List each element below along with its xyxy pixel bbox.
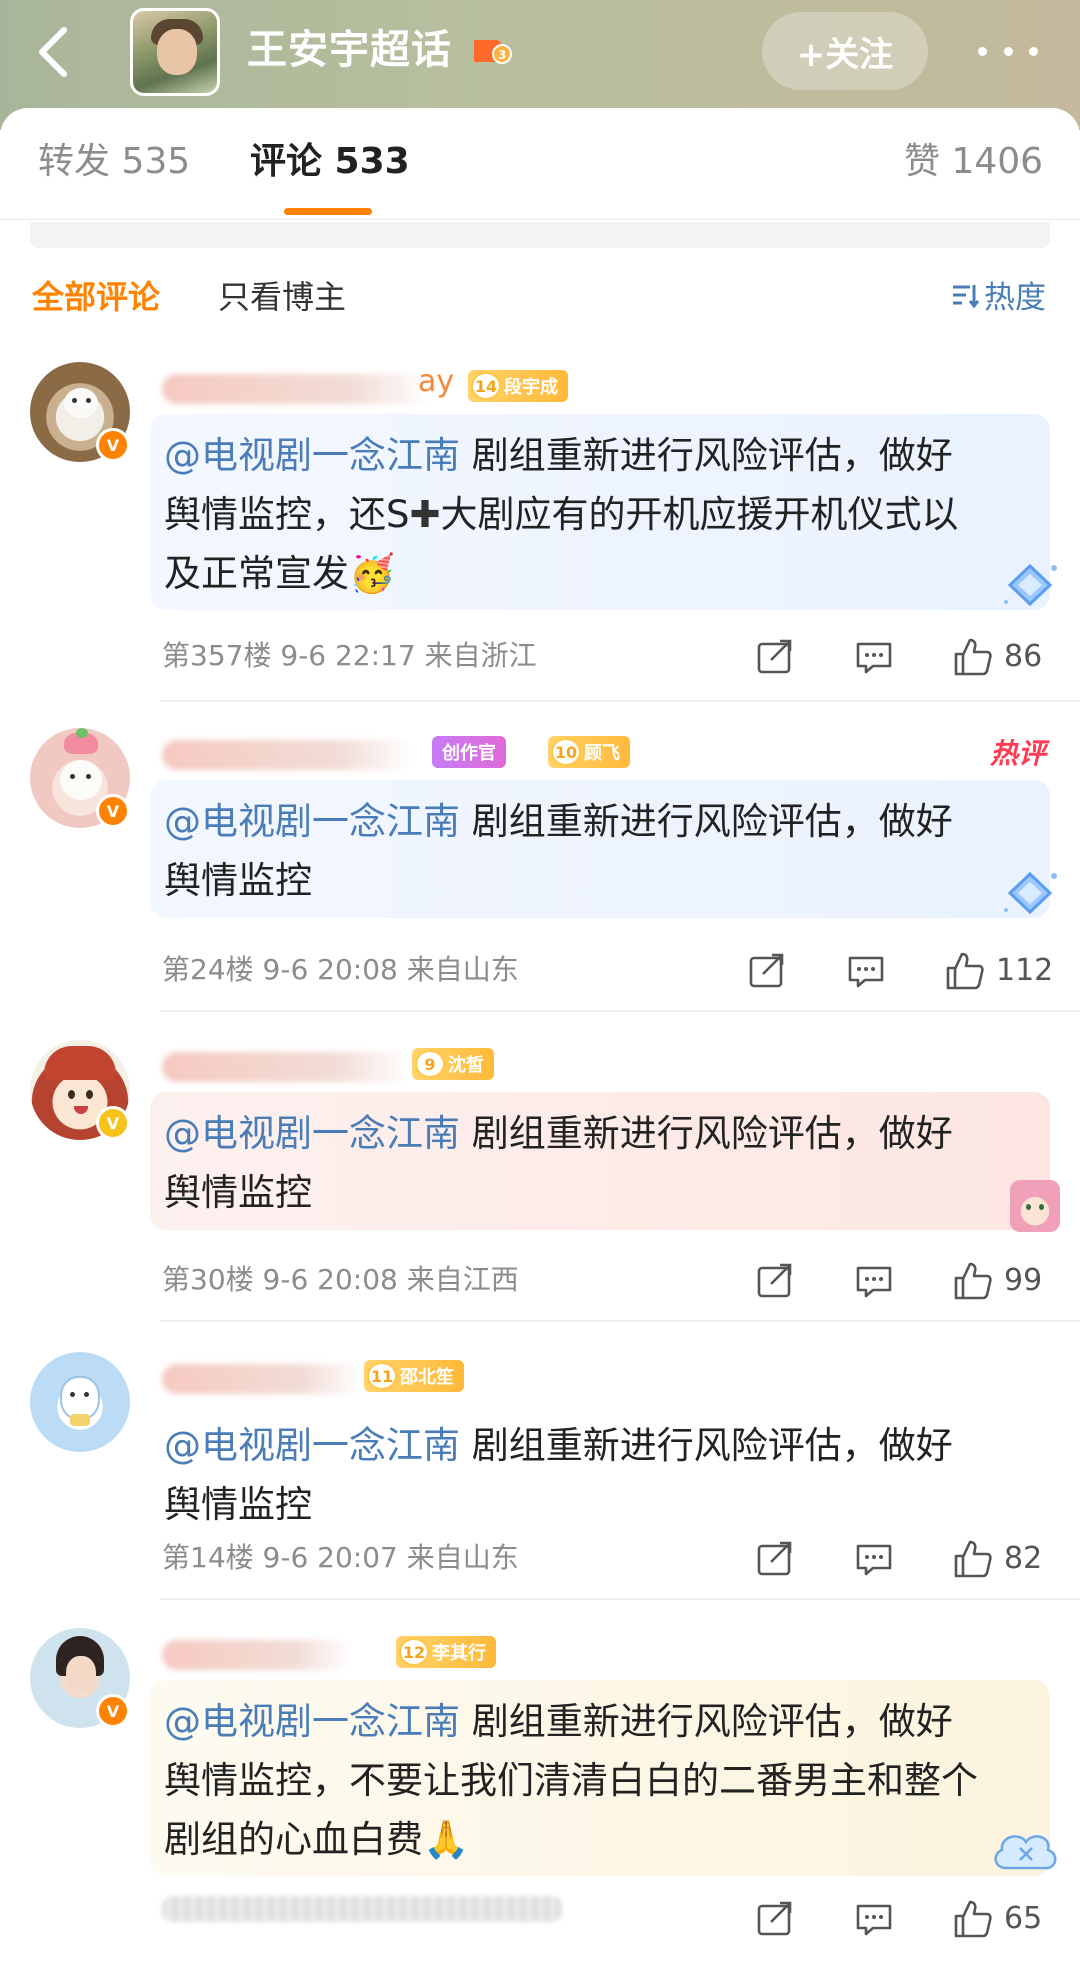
reply-icon[interactable] xyxy=(853,636,895,678)
reply-icon[interactable] xyxy=(853,1538,895,1580)
comment-meta: 第30楼 9-6 20:08 来自江西 xyxy=(162,1263,519,1296)
sort-label: 热度 xyxy=(984,280,1046,316)
comment-item: V 12 李其行 @电视剧一念江南 剧组重新进行风险评估，做好 舆情监控，不要让… xyxy=(0,1628,1080,1969)
active-tab-indicator xyxy=(284,208,372,215)
tab-comments[interactable]: 评论 533 xyxy=(250,136,410,188)
like-button[interactable]: 86 xyxy=(950,634,1042,678)
like-button[interactable]: 112 xyxy=(942,948,1053,992)
comment-item: V 创作官 10 顾飞 热评 @电视剧一念江南 剧组重新进行风险评估，做好 舆情… xyxy=(0,728,1080,1012)
thumbs-up-icon xyxy=(954,1900,992,1938)
verified-badge-icon: V xyxy=(96,1694,130,1728)
like-button[interactable]: 65 xyxy=(950,1896,1042,1940)
share-icon[interactable] xyxy=(754,1538,796,1580)
meta-blurred xyxy=(162,1896,562,1922)
mention-link[interactable]: @电视剧一念江南 xyxy=(164,800,460,843)
thumbs-up-icon xyxy=(954,1262,992,1300)
comment-divider xyxy=(160,1320,1080,1322)
filter-all-comments[interactable]: 全部评论 xyxy=(32,272,160,318)
like-button[interactable]: 82 xyxy=(950,1536,1042,1580)
username-suffix[interactable]: ay xyxy=(418,364,454,399)
comment-meta: 第14楼 9-6 20:07 来自山东 xyxy=(162,1541,519,1574)
tab-likes[interactable]: 赞 1406 xyxy=(904,136,1043,188)
sort-by-hot-button[interactable]: 热度 xyxy=(950,272,1046,317)
reply-icon[interactable] xyxy=(845,950,887,992)
share-icon[interactable] xyxy=(754,1898,796,1940)
fan-level-badge[interactable]: 10 顾飞 xyxy=(548,736,630,768)
diamond-decoration-icon xyxy=(1004,563,1057,607)
tab-bar: 转发 535 评论 533 赞 1406 xyxy=(0,108,1080,220)
username-blurred[interactable] xyxy=(162,374,432,404)
sort-icon xyxy=(953,284,980,308)
mention-link[interactable]: @电视剧一念江南 xyxy=(164,434,460,477)
anime-girl-decoration-icon xyxy=(1010,1180,1060,1232)
comment-text: @电视剧一念江南 剧组重新进行风险评估，做好 舆情监控，还S✚大剧应有的开机应援… xyxy=(150,414,1050,610)
hot-comment-badge: 热评 xyxy=(989,737,1046,770)
creator-badge[interactable]: 创作官 xyxy=(432,736,506,768)
thumbs-up-icon xyxy=(954,1540,992,1578)
follow-button[interactable]: +关注 xyxy=(762,12,928,90)
verified-badge-icon: V xyxy=(96,428,130,462)
comment-text: @电视剧一念江南 剧组重新进行风险评估，做好 舆情监控 xyxy=(150,1092,1050,1230)
username-blurred[interactable] xyxy=(162,1052,410,1082)
fan-level-badge[interactable]: 12 李其行 xyxy=(396,1636,496,1668)
mention-link[interactable]: @电视剧一念江南 xyxy=(164,1424,460,1467)
plus-icon: ✚ xyxy=(409,493,441,536)
verified-badge-icon: V xyxy=(96,1106,130,1140)
comment-divider xyxy=(160,1010,1080,1012)
comment-text: @电视剧一念江南 剧组重新进行风险评估，做好 舆情监控 xyxy=(150,780,1050,918)
mention-link[interactable]: @电视剧一念江南 xyxy=(164,1700,460,1743)
supertopic-title[interactable]: 王安宇超话 xyxy=(247,22,452,78)
comment-item: V ay 14 段宇成 @电视剧一念江南 剧组重新进行风险评估，做好 舆情监控，… xyxy=(0,362,1080,702)
username-blurred[interactable] xyxy=(162,740,414,770)
cloud-decoration-icon xyxy=(994,1835,1057,1870)
fan-level-badge[interactable]: 9 沈皙 xyxy=(412,1048,494,1080)
comment-text: @电视剧一念江南 剧组重新进行风险评估，做好 舆情监控 xyxy=(164,1424,953,1526)
share-icon[interactable] xyxy=(754,1260,796,1302)
svg-text:3: 3 xyxy=(498,48,506,62)
filter-author-only[interactable]: 只看博主 xyxy=(218,272,346,318)
username-blurred[interactable] xyxy=(162,1364,362,1394)
comment-divider xyxy=(160,700,1080,702)
fan-level-badge[interactable]: 11 邵北笙 xyxy=(364,1360,464,1392)
comment-divider xyxy=(160,1598,1080,1600)
comment-meta: 第357楼 9-6 22:17 来自浙江 xyxy=(162,639,537,672)
comment-item: V 9 沈皙 @电视剧一念江南 剧组重新进行风险评估，做好 舆情监控 第30楼 … xyxy=(0,1040,1080,1322)
diamond-decoration-icon xyxy=(1004,871,1057,915)
fan-level-badge[interactable]: 14 段宇成 xyxy=(468,370,568,402)
user-avatar[interactable] xyxy=(30,1352,130,1452)
mention-link[interactable]: @电视剧一念江南 xyxy=(164,1112,460,1155)
reply-icon[interactable] xyxy=(853,1898,895,1940)
tab-reposts[interactable]: 转发 535 xyxy=(38,136,190,188)
share-icon[interactable] xyxy=(754,636,796,678)
share-icon[interactable] xyxy=(746,950,788,992)
verified-badge-icon: V xyxy=(96,794,130,828)
username-blurred[interactable] xyxy=(162,1640,352,1670)
supertopic-level-icon: 3 xyxy=(470,34,514,66)
more-options-icon[interactable] xyxy=(978,36,1038,66)
back-arrow-icon[interactable] xyxy=(30,22,80,82)
reply-icon[interactable] xyxy=(853,1260,895,1302)
comment-filter-bar: 全部评论 只看博主 热度 xyxy=(0,260,1080,332)
thumbs-up-icon xyxy=(946,952,984,990)
comment-text: @电视剧一念江南 剧组重新进行风险评估，做好 舆情监控，不要让我们清清白白的二番… xyxy=(150,1680,1050,1876)
divider-strip xyxy=(30,222,1050,248)
comment-meta: 第24楼 9-6 20:08 来自山东 xyxy=(162,953,519,986)
thumbs-up-icon xyxy=(954,638,992,676)
comment-item: 11 邵北笙 @电视剧一念江南 剧组重新进行风险评估，做好 舆情监控 第14楼 … xyxy=(0,1352,1080,1600)
like-button[interactable]: 99 xyxy=(950,1258,1042,1302)
supertopic-avatar[interactable] xyxy=(130,8,220,96)
